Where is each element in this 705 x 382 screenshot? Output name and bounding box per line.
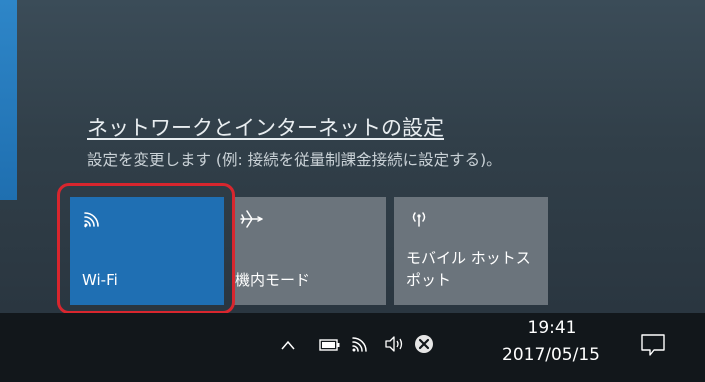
mobile-hotspot-tile[interactable]: モバイル ホットス ポット xyxy=(394,197,548,305)
airplane-icon xyxy=(240,209,263,229)
airplane-mode-tile[interactable]: 機内モード xyxy=(232,197,386,305)
clock-date[interactable]: 2017/05/15 xyxy=(495,345,607,365)
error-icon[interactable] xyxy=(414,334,434,358)
hotspot-icon xyxy=(406,209,428,229)
airplane-tile-label: 機内モード xyxy=(235,271,311,289)
wifi-icon[interactable] xyxy=(350,334,372,358)
hotspot-tile-label: モバイル ホットス ポット xyxy=(406,249,531,289)
wifi-tile-label: Wi-Fi xyxy=(82,271,118,289)
volume-icon[interactable] xyxy=(384,336,406,356)
battery-icon[interactable] xyxy=(319,337,341,356)
wifi-tile[interactable]: Wi-Fi xyxy=(70,197,224,305)
clock-time[interactable]: 19:41 xyxy=(516,318,588,338)
action-center-icon[interactable] xyxy=(640,333,666,361)
chevron-up-icon[interactable] xyxy=(280,336,296,355)
network-settings-link[interactable]: ネットワークとインターネットの設定 xyxy=(87,112,444,142)
network-settings-description: 設定を変更します (例: 接続を従量制課金接続に設定する)。 xyxy=(87,151,502,169)
accent-strip xyxy=(0,0,17,200)
wifi-icon xyxy=(82,209,104,229)
